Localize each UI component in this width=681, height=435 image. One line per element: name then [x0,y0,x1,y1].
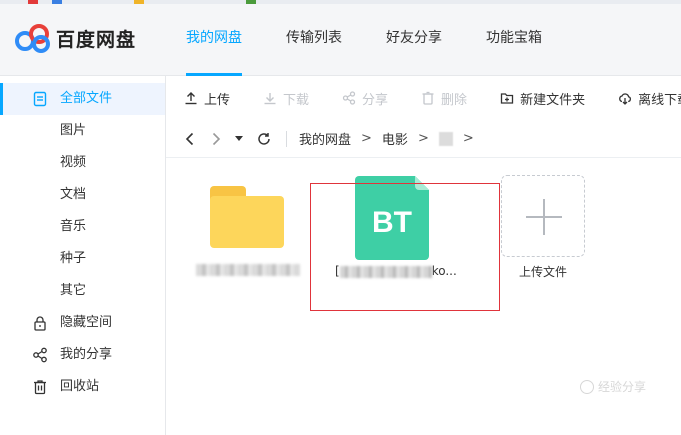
sidebar-item-hidden-space[interactable]: 隐藏空间 [0,307,165,339]
new-folder-button[interactable]: 新建文件夹 [500,89,585,108]
breadcrumb-item-root[interactable]: 我的网盘 [299,129,351,148]
watermark: 经验分享 [580,378,646,395]
caret-down-icon [235,135,243,141]
app-logo[interactable]: 百度网盘 [15,21,136,55]
breadcrumb: 我的网盘 > 电影 > > [166,120,681,158]
new-folder-icon [500,93,514,104]
breadcrumb-divider [286,130,287,147]
sidebar: 全部文件 图片 视频 文档 音乐 种子 其它 隐藏空间 我的分享 回收站 [0,76,166,435]
sidebar-item-others[interactable]: 其它 [0,275,165,307]
sidebar-item-label: 图片 [60,123,87,138]
upload-button[interactable]: 上传 [184,89,230,108]
folder-icon [210,196,284,248]
plus-icon [526,199,562,235]
tab-toolbox[interactable]: 功能宝箱 [486,4,542,76]
back-button[interactable] [182,131,198,147]
tab-friend-share[interactable]: 好友分享 [386,4,442,76]
sidebar-item-torrents[interactable]: 种子 [0,243,165,275]
app-header: 百度网盘 我的网盘 传输列表 好友分享 功能宝箱 [0,4,681,76]
watermark-icon [580,379,594,394]
trash-icon [422,91,434,105]
tab-transfer-list[interactable]: 传输列表 [286,4,342,76]
sidebar-item-label: 种子 [60,251,87,266]
download-button[interactable]: 下载 [263,89,309,108]
sidebar-item-images[interactable]: 图片 [0,115,165,147]
sidebar-item-label: 全部文件 [60,91,113,106]
highlight-box [310,183,500,311]
breadcrumb-item-redacted[interactable] [438,131,453,146]
sidebar-item-music[interactable]: 音乐 [0,211,165,243]
sidebar-item-label: 文档 [60,187,87,202]
download-icon [264,93,276,105]
breadcrumb-separator: > [462,131,474,146]
toolbar: 上传 下载 分享 删除 新建文件夹 离线下载 [166,76,681,120]
refresh-button[interactable] [256,131,272,147]
folder-name-redacted [196,264,300,276]
sidebar-item-label: 回收站 [60,379,100,394]
breadcrumb-item-movies[interactable]: 电影 [382,129,408,148]
chevron-left-icon [185,132,194,145]
breadcrumb-separator: > [417,131,429,146]
chevron-right-icon [212,132,221,145]
new-folder-label: 新建文件夹 [520,92,586,108]
sidebar-item-label: 其它 [60,283,87,298]
cloud-download-icon [619,93,632,105]
history-dropdown[interactable] [234,131,244,147]
sidebar-item-label: 音乐 [60,219,87,234]
app-name: 百度网盘 [56,28,137,51]
upload-icon [185,92,197,105]
offline-download-button[interactable]: 离线下载 [618,89,681,108]
main-nav: 我的网盘 传输列表 好友分享 功能宝箱 [186,4,586,76]
delete-button[interactable]: 删除 [421,89,467,108]
upload-label: 上传 [204,92,231,108]
document-icon [33,91,47,107]
sidebar-item-videos[interactable]: 视频 [0,147,165,179]
sidebar-item-label: 隐藏空间 [60,315,113,330]
baidu-cloud-logo-icon [15,24,50,53]
refresh-icon [258,132,270,145]
sidebar-item-label: 我的分享 [60,347,113,362]
sidebar-item-my-share[interactable]: 我的分享 [0,339,165,371]
share-button[interactable]: 分享 [342,89,388,108]
watermark-text: 经验分享 [598,380,647,394]
sidebar-item-documents[interactable]: 文档 [0,179,165,211]
upload-file-card[interactable] [501,175,585,257]
forward-button[interactable] [208,131,224,147]
sidebar-item-all-files[interactable]: 全部文件 [0,83,165,115]
sidebar-item-recycle-bin[interactable]: 回收站 [0,371,165,403]
breadcrumb-separator: > [361,131,372,146]
sidebar-item-label: 视频 [60,155,87,170]
download-label: 下载 [283,92,310,108]
share-label: 分享 [362,92,389,108]
upload-file-label: 上传文件 [518,265,567,279]
trash-icon [34,380,46,395]
delete-label: 删除 [441,92,468,108]
share-icon [33,347,47,363]
share-icon [342,91,356,105]
offline-download-label: 离线下载 [638,92,681,108]
tab-my-disk[interactable]: 我的网盘 [186,4,242,76]
lock-icon [34,316,46,331]
